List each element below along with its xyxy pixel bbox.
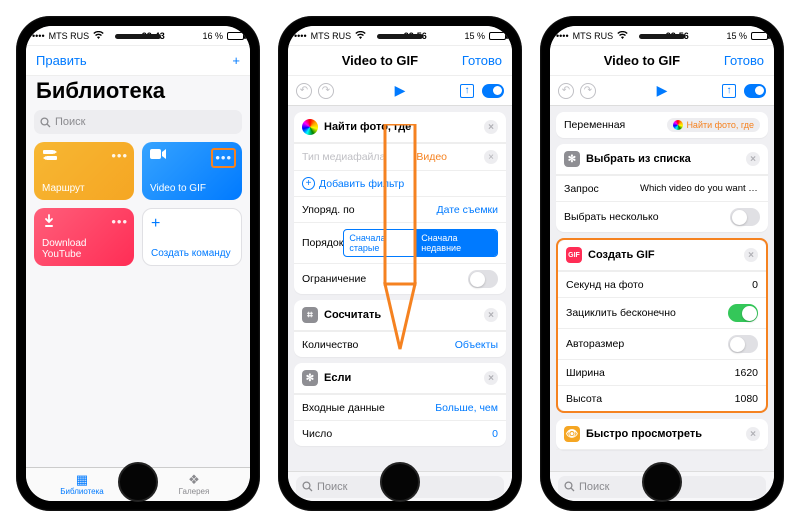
phone-earpiece <box>115 34 161 39</box>
more-icon[interactable]: ••• <box>111 214 128 229</box>
block-if: ✻ Если × Входные данные Больше, чем Числ… <box>294 363 506 446</box>
more-icon[interactable]: ••• <box>111 148 128 163</box>
block-count: ⌗ Сосчитать × Количество Объекты <box>294 300 506 357</box>
title: Video to GIF <box>342 53 418 68</box>
wifi-icon <box>355 31 366 40</box>
home-button[interactable] <box>118 462 158 502</box>
battery-icon <box>751 32 768 40</box>
share-button[interactable]: ↑ <box>722 84 736 98</box>
home-button[interactable] <box>642 462 682 502</box>
share-button[interactable]: ↑ <box>460 84 474 98</box>
block-variable-row: Переменная Найти фото, где <box>556 112 768 138</box>
phone-2: •••• MTS RUS 22:56 15 % Video to GIF Гот… <box>278 16 522 511</box>
card-label: Создать команду <box>151 248 233 259</box>
card-download-yt[interactable]: ••• Download YouTube <box>34 208 134 266</box>
close-icon[interactable]: × <box>744 248 758 262</box>
limit-toggle[interactable] <box>468 270 498 288</box>
block-find-photos: Найти фото, где × Тип медиафайла Видео ×… <box>294 112 506 294</box>
block-create-gif: GIF Создать GIF × Секунд на фото 0 Зацик… <box>558 240 766 411</box>
block-choose-list: ✻ Выбрать из списка × Запрос Which video… <box>556 144 768 232</box>
settings-toggle[interactable] <box>744 84 766 98</box>
carrier-label: MTS RUS <box>573 31 614 41</box>
play-button[interactable]: ▶ <box>395 82 406 99</box>
more-icon-highlighted[interactable]: ••• <box>211 148 236 168</box>
battery-pct: 16 % <box>202 31 223 41</box>
page-title: Библиотека <box>36 78 240 104</box>
nav-bar: Править + <box>26 46 250 76</box>
close-icon[interactable]: × <box>484 308 498 322</box>
home-button[interactable] <box>380 462 420 502</box>
wifi-icon <box>93 31 104 40</box>
undo-button[interactable]: ↶ <box>558 83 574 99</box>
search-icon <box>40 117 51 128</box>
order-segment[interactable]: Сначала старые Сначала недавние <box>343 229 498 257</box>
card-create[interactable]: + Создать команду <box>142 208 242 266</box>
eye-icon: 👁 <box>564 426 580 442</box>
gear-icon: ✻ <box>302 370 318 386</box>
nav-bar: Video to GIF Готово <box>288 46 512 76</box>
gif-icon: GIF <box>566 247 582 263</box>
plus-circle-icon: + <box>302 177 315 190</box>
calculator-icon: ⌗ <box>302 307 318 323</box>
signal-icon: •••• <box>294 31 307 41</box>
redo-button[interactable]: ↷ <box>318 83 334 99</box>
carrier-label: MTS RUS <box>49 31 90 41</box>
close-icon[interactable]: × <box>484 120 498 134</box>
settings-toggle[interactable] <box>482 84 504 98</box>
phone-earpiece <box>377 34 423 39</box>
search-icon <box>302 481 313 492</box>
card-video-gif[interactable]: ••• Video to GIF <box>142 142 242 200</box>
search-icon <box>564 481 575 492</box>
card-label: Video to GIF <box>150 183 234 194</box>
card-label: Download YouTube <box>42 238 126 260</box>
variable-pill[interactable]: Найти фото, где <box>667 118 760 132</box>
stack-icon: ❖ <box>188 473 200 486</box>
block-quicklook: 👁 Быстро просмотреть × <box>556 419 768 450</box>
photos-icon <box>673 120 683 130</box>
toolbar: ↶ ↷ ▶ ↑ <box>550 76 774 106</box>
wifi-icon <box>617 31 628 40</box>
redo-button[interactable]: ↷ <box>580 83 596 99</box>
photos-icon <box>302 119 318 135</box>
card-label: Маршрут <box>42 183 126 194</box>
search-placeholder: Поиск <box>55 116 85 128</box>
clear-icon[interactable]: × <box>484 150 498 164</box>
search-input[interactable]: Поиск <box>34 110 242 134</box>
play-button[interactable]: ▶ <box>657 82 668 99</box>
add-filter-button[interactable]: + Добавить фильтр <box>302 177 404 190</box>
annotation-frame: GIF Создать GIF × Секунд на фото 0 Зацик… <box>556 238 768 413</box>
grid-icon: ▦ <box>76 473 88 486</box>
close-icon[interactable]: × <box>484 371 498 385</box>
battery-pct: 15 % <box>726 31 747 41</box>
title: Video to GIF <box>604 53 680 68</box>
battery-icon <box>489 32 506 40</box>
phone-1: •••• MTS RUS 22:43 16 % Править + Библио… <box>16 16 260 511</box>
phone-earpiece <box>639 34 685 39</box>
toolbar: ↶ ↷ ▶ ↑ <box>288 76 512 106</box>
undo-button[interactable]: ↶ <box>296 83 312 99</box>
add-button[interactable]: + <box>232 54 240 67</box>
signal-icon: •••• <box>556 31 569 41</box>
card-route[interactable]: ••• Маршрут <box>34 142 134 200</box>
plus-icon: + <box>151 215 233 233</box>
phone-3: •••• MTS RUS 22:56 15 % Video to GIF Гот… <box>540 16 784 511</box>
nav-bar: Video to GIF Готово <box>550 46 774 76</box>
done-button[interactable]: Готово <box>724 53 764 68</box>
multi-toggle[interactable] <box>730 208 760 226</box>
battery-pct: 15 % <box>464 31 485 41</box>
gear-icon: ✻ <box>564 151 580 167</box>
autosize-toggle[interactable] <box>728 335 758 353</box>
carrier-label: MTS RUS <box>311 31 352 41</box>
close-icon[interactable]: × <box>746 427 760 441</box>
signal-icon: •••• <box>32 31 45 41</box>
done-button[interactable]: Готово <box>462 53 502 68</box>
edit-button[interactable]: Править <box>36 53 87 68</box>
loop-toggle[interactable] <box>728 304 758 322</box>
close-icon[interactable]: × <box>746 152 760 166</box>
battery-icon <box>227 32 244 40</box>
